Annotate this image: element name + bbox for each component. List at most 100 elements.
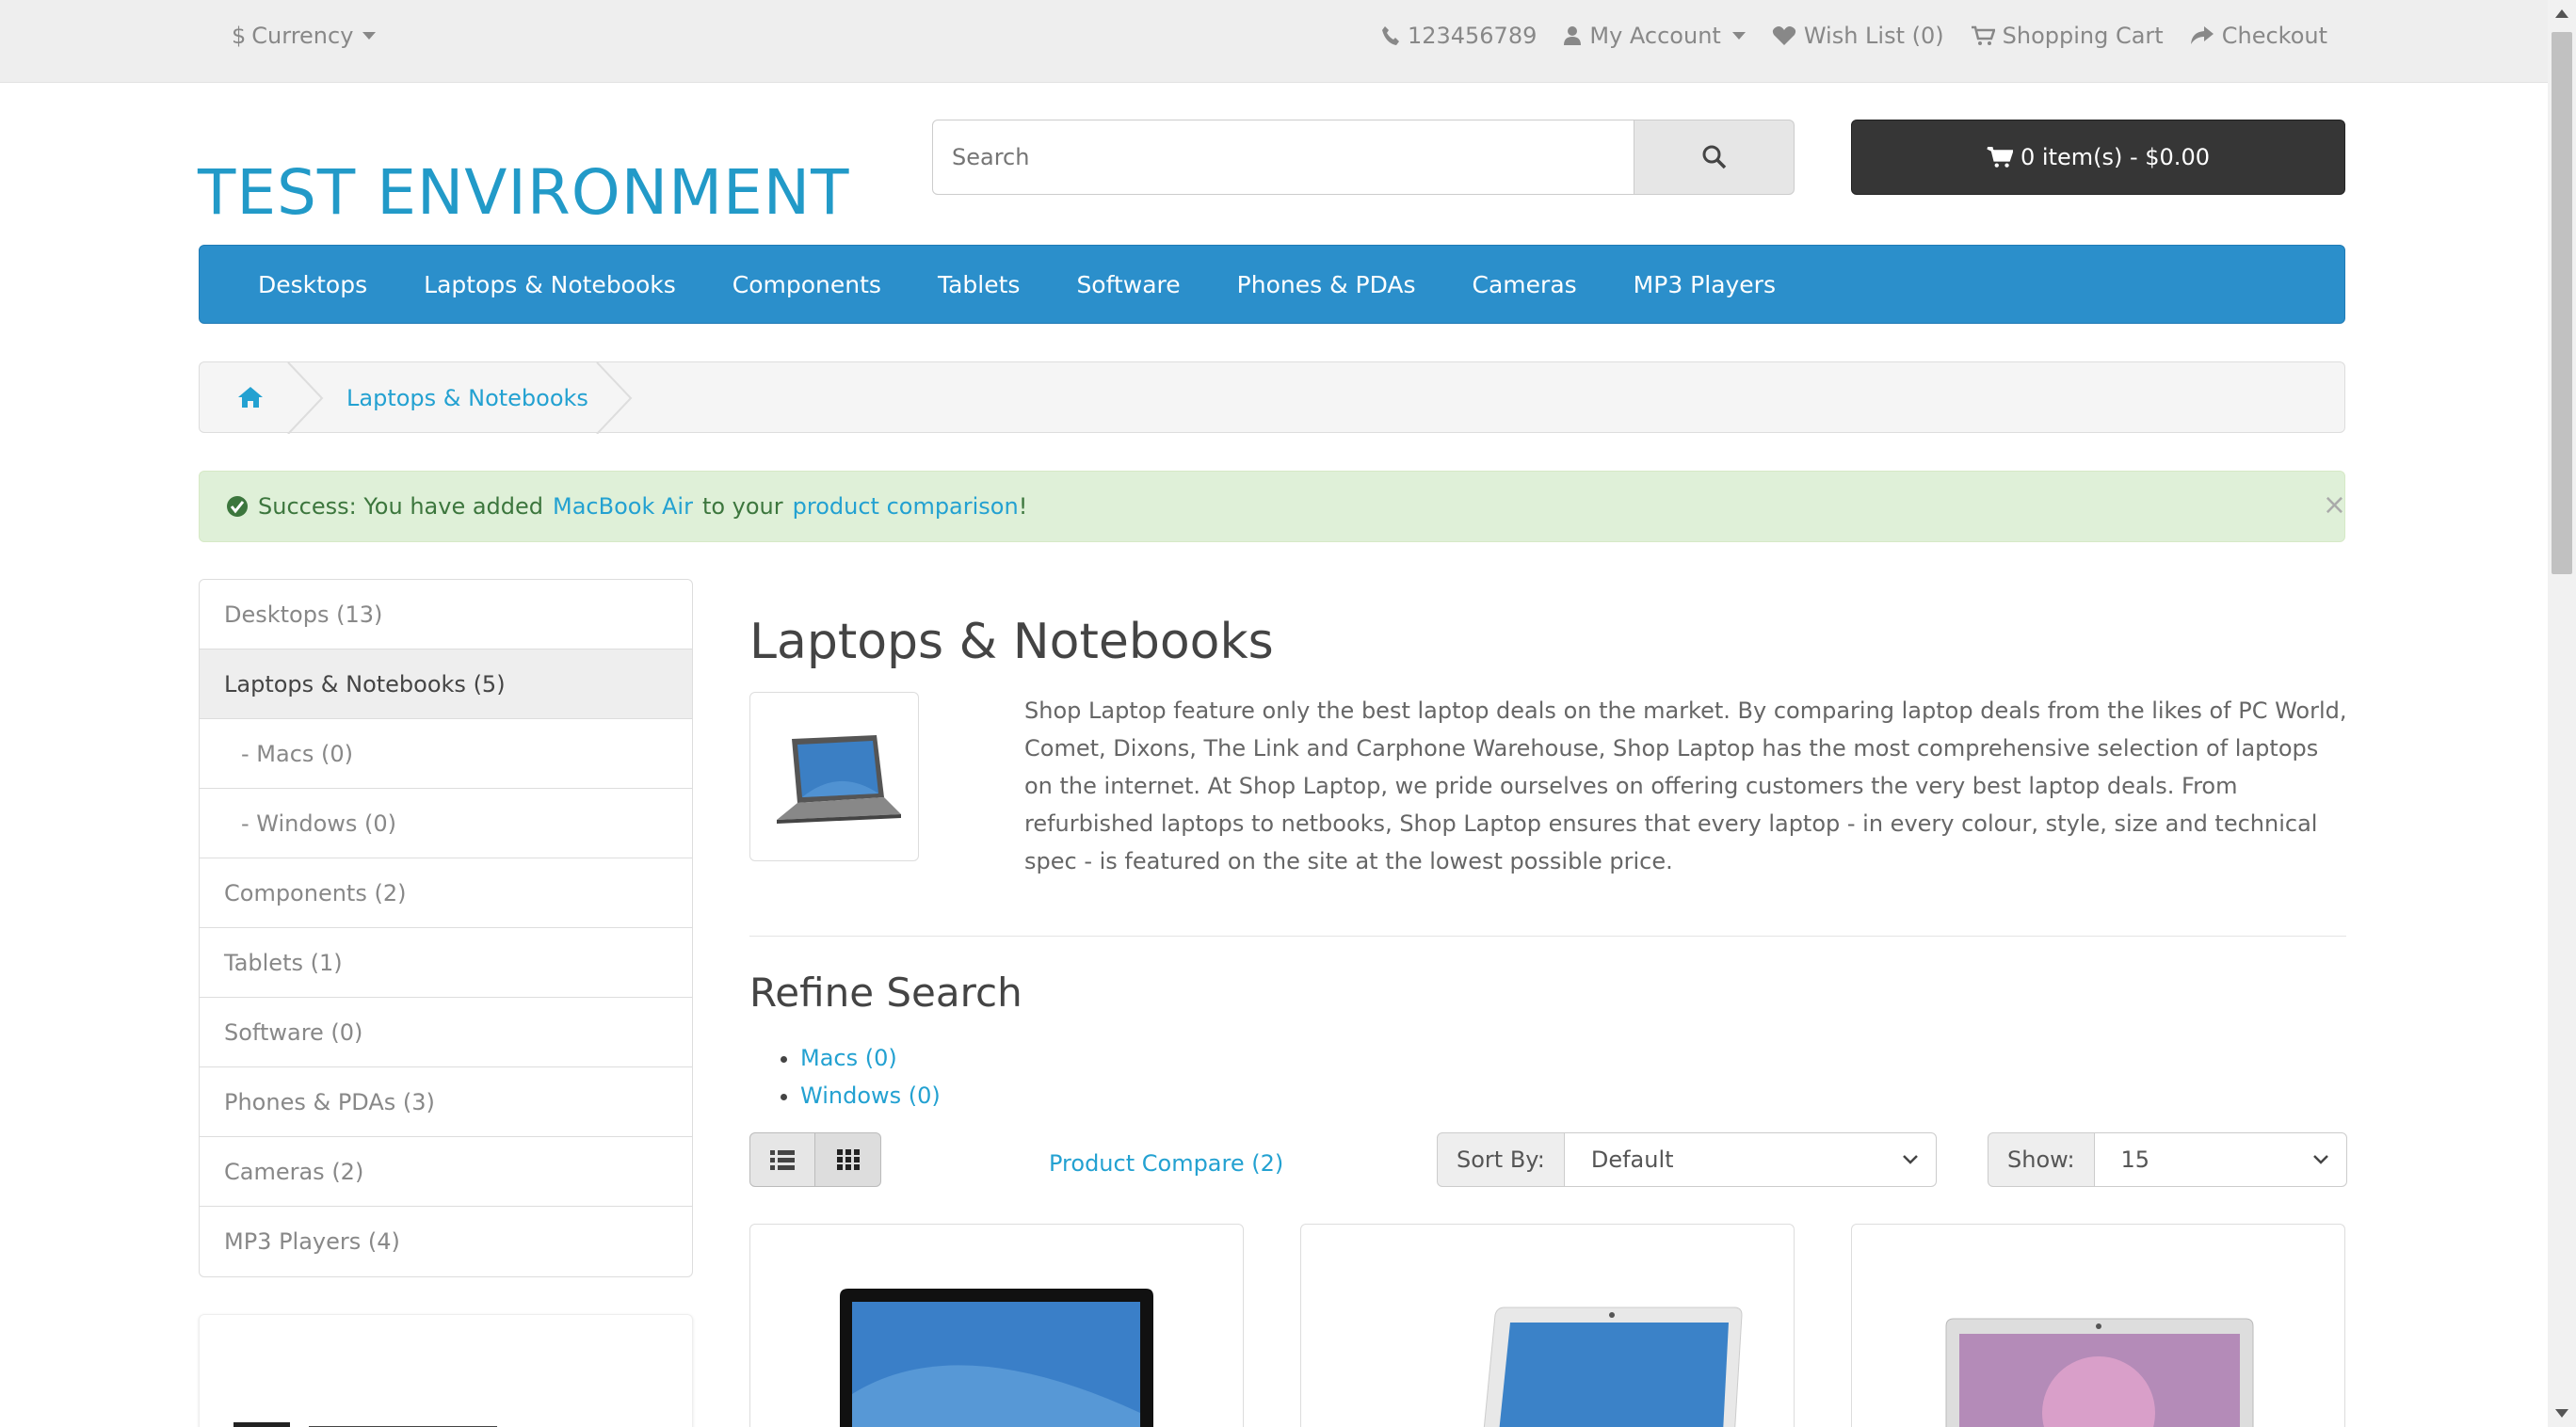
shopping-cart-link[interactable]: Shopping Cart bbox=[1971, 23, 2164, 49]
refine-link-macs[interactable]: Macs (0) bbox=[800, 1045, 897, 1071]
sidebar-item-tablets[interactable]: Tablets (1) bbox=[200, 928, 692, 998]
product-card[interactable] bbox=[749, 1224, 1244, 1427]
chevron-down-icon bbox=[2312, 1155, 2328, 1164]
alert-suffix: ! bbox=[1018, 493, 1028, 520]
page-title: Laptops & Notebooks bbox=[749, 614, 1274, 670]
checkout-link[interactable]: Checkout bbox=[2190, 23, 2327, 49]
sort-value: Default bbox=[1590, 1146, 1674, 1173]
menu-item-desktops[interactable]: Desktops bbox=[258, 271, 367, 298]
home-icon[interactable] bbox=[237, 385, 264, 415]
laptop-image bbox=[777, 735, 901, 824]
menu-item-mp3-players[interactable]: MP3 Players bbox=[1634, 271, 1776, 298]
phone-number: 123456789 bbox=[1407, 23, 1538, 49]
menu-item-phones-pdas[interactable]: Phones & PDAs bbox=[1237, 271, 1416, 298]
menu-item-cameras[interactable]: Cameras bbox=[1473, 271, 1577, 298]
check-circle-icon bbox=[227, 496, 248, 517]
refine-link-windows[interactable]: Windows (0) bbox=[800, 1082, 941, 1109]
cart-icon bbox=[1971, 25, 1995, 45]
refine-search-list: Macs (0) Windows (0) bbox=[800, 1039, 941, 1114]
dollar-icon: $ bbox=[232, 23, 247, 49]
list-icon bbox=[770, 1150, 795, 1170]
phone-icon bbox=[1381, 26, 1399, 45]
cart-button[interactable]: 0 item(s) - $0.00 bbox=[1851, 120, 2345, 195]
sort-control: Sort By: Default bbox=[1437, 1132, 1937, 1187]
breadcrumb: Laptops & Notebooks bbox=[199, 361, 2345, 434]
alert-middle: to your bbox=[701, 493, 783, 520]
caret-down-icon bbox=[362, 32, 377, 40]
wish-list-label: Wish List (0) bbox=[1803, 23, 1944, 49]
cart-icon bbox=[1987, 146, 2013, 168]
close-icon[interactable]: × bbox=[2323, 489, 2346, 521]
my-account-dropdown[interactable]: My Account bbox=[1563, 23, 1746, 49]
wish-list-link[interactable]: Wish List (0) bbox=[1772, 23, 1944, 49]
my-account-label: My Account bbox=[1589, 23, 1721, 49]
cart-total: 0 item(s) - $0.00 bbox=[2021, 144, 2210, 170]
heart-icon bbox=[1772, 26, 1795, 45]
product-image bbox=[1483, 1307, 1743, 1427]
sidebar-item-components[interactable]: Components (2) bbox=[200, 858, 692, 928]
product-compare-link[interactable]: Product Compare (2) bbox=[1049, 1150, 1283, 1177]
list-item: Macs (0) bbox=[800, 1039, 941, 1077]
show-label: Show: bbox=[1988, 1132, 2095, 1187]
alert-product-link[interactable]: MacBook Air bbox=[553, 493, 693, 520]
sidebar-item-macs[interactable]: - Macs (0) bbox=[200, 719, 692, 789]
refine-search-heading: Refine Search bbox=[749, 970, 1022, 1016]
sort-select[interactable]: Default bbox=[1564, 1132, 1937, 1187]
currency-dropdown[interactable]: $ Currency bbox=[232, 23, 377, 49]
alert-prefix: Success: You have added bbox=[258, 493, 544, 520]
divider bbox=[749, 936, 2346, 937]
store-logo[interactable]: TEST ENVIRONMENT bbox=[198, 156, 849, 229]
view-toggle bbox=[749, 1132, 881, 1187]
currency-label: Currency bbox=[251, 23, 354, 49]
scrollbar-thumb[interactable] bbox=[2552, 32, 2572, 574]
page-scrollbar[interactable] bbox=[2548, 0, 2576, 1427]
sidebar-item-mp3-players[interactable]: MP3 Players (4) bbox=[200, 1207, 692, 1276]
breadcrumb-separator bbox=[287, 362, 324, 434]
category-menu: Desktops Laptops & Notebooks Components … bbox=[199, 245, 2345, 324]
user-icon bbox=[1564, 26, 1582, 45]
sidebar-item-windows[interactable]: - Windows (0) bbox=[200, 789, 692, 858]
breadcrumb-separator bbox=[596, 362, 633, 434]
share-icon bbox=[2190, 26, 2214, 44]
product-image bbox=[840, 1289, 1153, 1427]
category-thumbnail[interactable] bbox=[749, 692, 919, 861]
menu-item-components[interactable]: Components bbox=[733, 271, 881, 298]
sidebar-banner[interactable] bbox=[199, 1314, 693, 1427]
breadcrumb-laptops-notebooks[interactable]: Laptops & Notebooks bbox=[346, 385, 588, 411]
menu-item-tablets[interactable]: Tablets bbox=[938, 271, 1020, 298]
success-alert: Success: You have added MacBook Air to y… bbox=[199, 471, 2346, 542]
show-value: 15 bbox=[2120, 1146, 2150, 1173]
show-control: Show: 15 bbox=[1988, 1132, 2347, 1187]
sort-label: Sort By: bbox=[1437, 1132, 1565, 1187]
scroll-up-icon[interactable] bbox=[2555, 9, 2568, 18]
sidebar-item-laptops-notebooks[interactable]: Laptops & Notebooks (5) bbox=[200, 649, 692, 719]
menu-item-laptops-notebooks[interactable]: Laptops & Notebooks bbox=[424, 271, 676, 298]
chevron-down-icon bbox=[1902, 1155, 1918, 1164]
search-input[interactable] bbox=[932, 120, 1634, 195]
search-icon bbox=[1702, 145, 1726, 169]
category-sidebar: Desktops (13) Laptops & Notebooks (5) - … bbox=[199, 579, 693, 1277]
banner-image bbox=[233, 1422, 497, 1427]
scroll-down-icon[interactable] bbox=[2555, 1409, 2568, 1418]
alert-comparison-link[interactable]: product comparison bbox=[793, 493, 1019, 520]
checkout-label: Checkout bbox=[2221, 23, 2327, 49]
product-card[interactable] bbox=[1851, 1224, 2345, 1427]
sidebar-item-desktops[interactable]: Desktops (13) bbox=[200, 580, 692, 649]
phone-link[interactable]: 123456789 bbox=[1381, 23, 1537, 49]
list-view-button[interactable] bbox=[749, 1132, 815, 1187]
show-select[interactable]: 15 bbox=[2094, 1132, 2347, 1187]
product-image bbox=[1945, 1318, 2254, 1427]
category-description: Shop Laptop feature only the best laptop… bbox=[1024, 697, 2347, 874]
caret-down-icon bbox=[1731, 32, 1746, 40]
search-button[interactable] bbox=[1634, 120, 1795, 195]
sidebar-item-software[interactable]: Software (0) bbox=[200, 998, 692, 1067]
grid-icon bbox=[836, 1149, 860, 1170]
top-bar: $ Currency 123456789 My Account Wish Lis… bbox=[0, 0, 2548, 83]
shopping-cart-label: Shopping Cart bbox=[2002, 23, 2164, 49]
sidebar-item-cameras[interactable]: Cameras (2) bbox=[200, 1137, 692, 1207]
sidebar-item-phones-pdas[interactable]: Phones & PDAs (3) bbox=[200, 1067, 692, 1137]
list-item: Windows (0) bbox=[800, 1077, 941, 1114]
product-card[interactable] bbox=[1300, 1224, 1795, 1427]
menu-item-software[interactable]: Software bbox=[1076, 271, 1180, 298]
grid-view-button[interactable] bbox=[815, 1132, 881, 1187]
